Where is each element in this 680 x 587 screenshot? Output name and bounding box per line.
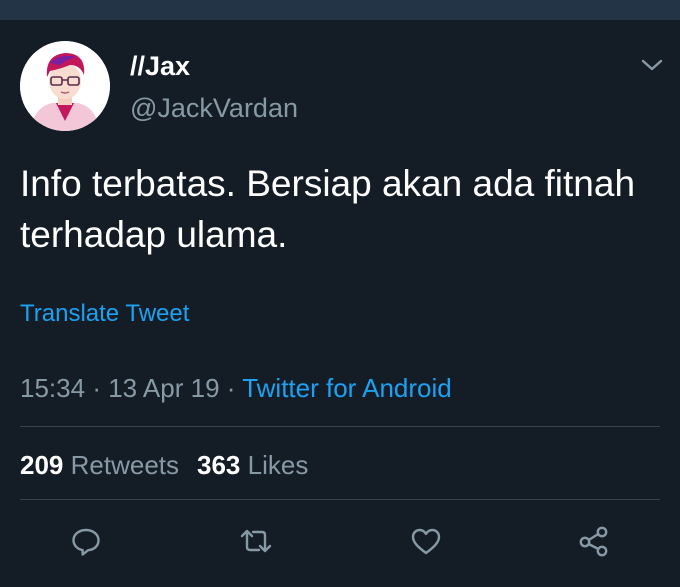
likes-count: 363 — [197, 450, 241, 480]
tweet-meta: 15:34 · 13 Apr 19 · Twitter for Android — [20, 372, 452, 404]
meta-separator: · — [92, 373, 101, 403]
chevron-down-icon[interactable] — [637, 54, 667, 76]
retweets-stat[interactable]: 209 Retweets — [20, 450, 179, 480]
tweet-text: Info terbatas. Bersiap akan ada fitnah t… — [20, 163, 636, 255]
tweet-detail-screen: //Jax @JackVardan Info terbatas. Bersiap… — [0, 0, 680, 587]
translate-tweet-link[interactable]: Translate Tweet — [20, 300, 189, 328]
tweet-time: 15:34 — [20, 373, 86, 403]
engagement-stats: 209 Retweets 363 Likes — [20, 449, 308, 481]
reply-icon[interactable] — [68, 523, 104, 559]
likes-stat[interactable]: 363 Likes — [197, 450, 308, 480]
divider — [20, 499, 660, 500]
tweet-source-link[interactable]: Twitter for Android — [242, 373, 452, 403]
top-bar — [0, 0, 680, 20]
avatar[interactable] — [20, 41, 110, 131]
retweet-icon[interactable] — [238, 523, 274, 559]
like-icon[interactable] — [408, 523, 444, 559]
retweets-label: Retweets — [70, 450, 180, 480]
user-handle[interactable]: @JackVardan — [130, 92, 298, 124]
divider — [20, 426, 660, 427]
tweet-date: 13 Apr 19 — [108, 373, 220, 403]
avatar-illustration — [20, 41, 110, 131]
meta-separator: · — [226, 373, 236, 403]
likes-label: Likes — [247, 450, 309, 480]
display-name[interactable]: //Jax — [130, 50, 190, 82]
retweets-count: 209 — [20, 450, 64, 480]
share-icon[interactable] — [576, 523, 612, 559]
